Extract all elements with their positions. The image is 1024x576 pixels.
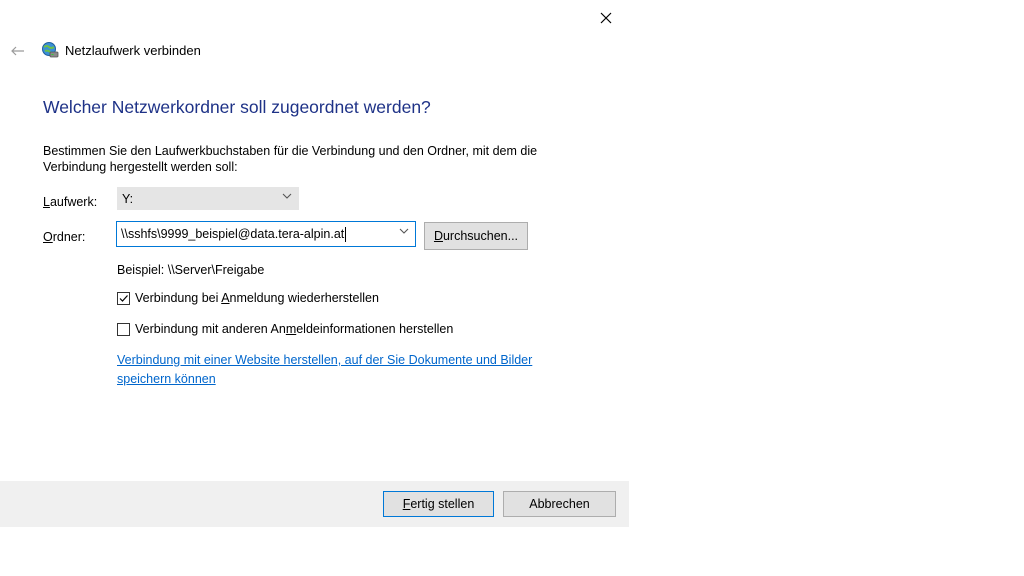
browse-button[interactable]: Durchsuchen... (424, 222, 528, 250)
reconnect-checkbox[interactable] (117, 291, 130, 305)
example-text: Beispiel: \\Server\Freigabe (117, 263, 265, 277)
text-caret (345, 226, 347, 242)
folder-input[interactable]: \\sshfs\9999_beispiel@data.tera-alpin.at (116, 221, 416, 247)
page-heading: Welcher Netzwerkordner soll zugeordnet w… (43, 97, 431, 117)
close-button[interactable] (592, 6, 620, 30)
reconnect-option[interactable]: Verbindung bei Anmeldung wiederherstelle… (117, 291, 379, 305)
folder-input-value: \\sshfs\9999_beispiel@data.tera-alpin.at (121, 227, 345, 241)
folder-label: Ordner: (43, 230, 86, 244)
back-button[interactable] (8, 41, 28, 61)
window-title: Netzlaufwerk verbinden (65, 43, 201, 58)
drive-select[interactable]: Y: (117, 187, 299, 210)
drive-select-value: Y: (122, 191, 134, 206)
description-text: Bestimmen Sie den Laufwerkbuchstaben für… (43, 144, 538, 174)
reconnect-label: Verbindung bei Anmeldung wiederherstelle… (135, 291, 379, 305)
close-icon (600, 12, 612, 24)
back-arrow-icon (11, 46, 24, 56)
website-connection-link[interactable]: Verbindung mit einer Website herstellen,… (117, 351, 587, 389)
drive-label: Laufwerk: (43, 195, 98, 209)
cancel-button[interactable]: Abbrechen (503, 491, 616, 517)
chevron-down-icon (282, 192, 292, 203)
other-credentials-checkbox[interactable] (117, 322, 130, 336)
chevron-down-icon[interactable] (399, 227, 409, 238)
other-credentials-option[interactable]: Verbindung mit anderen Anmeldeinformatio… (117, 322, 453, 336)
finish-button[interactable]: Fertig stellen (383, 491, 494, 517)
checkmark-icon (119, 294, 128, 302)
other-credentials-label: Verbindung mit anderen Anmeldeinformatio… (135, 322, 454, 336)
network-drive-icon (41, 41, 59, 59)
